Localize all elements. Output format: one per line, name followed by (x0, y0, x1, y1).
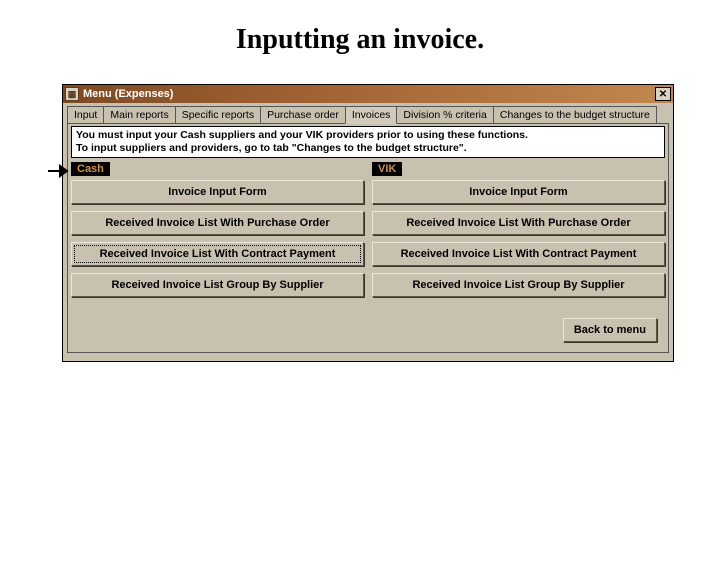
tab-panel-invoices: You must input your Cash suppliers and y… (67, 123, 669, 353)
tab-main-reports[interactable]: Main reports (103, 106, 175, 124)
column-vik: VIK Invoice Input Form Received Invoice … (372, 162, 665, 304)
tab-changes-budget[interactable]: Changes to the budget structure (493, 106, 657, 124)
titlebar: ▦ Menu (Expenses) ✕ (63, 85, 673, 103)
tab-division-criteria[interactable]: Division % criteria (396, 106, 493, 124)
back-to-menu-button[interactable]: Back to menu (563, 318, 657, 342)
vik-received-invoice-purchase-order-button[interactable]: Received Invoice List With Purchase Orde… (372, 211, 665, 235)
cash-received-invoice-purchase-order-button[interactable]: Received Invoice List With Purchase Orde… (71, 211, 364, 235)
window-body: Input Main reports Specific reports Purc… (63, 103, 673, 361)
column-cash: Cash Invoice Input Form Received Invoice… (71, 162, 364, 304)
vik-received-invoice-contract-payment-button[interactable]: Received Invoice List With Contract Paym… (372, 242, 665, 266)
column-header-vik: VIK (372, 162, 402, 176)
tab-input[interactable]: Input (67, 106, 104, 124)
notice-line2: To input suppliers and providers, go to … (76, 142, 660, 155)
page-title: Inputting an invoice. (0, 24, 720, 56)
tab-invoices[interactable]: Invoices (345, 106, 398, 124)
app-window: ▦ Menu (Expenses) ✕ Input Main reports S… (62, 84, 674, 362)
vik-received-invoice-group-supplier-button[interactable]: Received Invoice List Group By Supplier (372, 273, 665, 297)
close-button[interactable]: ✕ (655, 87, 671, 101)
tab-purchase-order[interactable]: Purchase order (260, 106, 346, 124)
footer: Back to menu (71, 304, 665, 346)
column-header-cash: Cash (71, 162, 110, 176)
window-title: Menu (Expenses) (83, 88, 655, 100)
notice-box: You must input your Cash suppliers and y… (71, 126, 665, 158)
cash-received-invoice-group-supplier-button[interactable]: Received Invoice List Group By Supplier (71, 273, 364, 297)
system-menu-icon: ▦ (65, 87, 79, 101)
cash-received-invoice-contract-payment-button[interactable]: Received Invoice List With Contract Paym… (71, 242, 364, 266)
notice-line1: You must input your Cash suppliers and y… (76, 129, 660, 142)
vik-invoice-input-form-button[interactable]: Invoice Input Form (372, 180, 665, 204)
cash-invoice-input-form-button[interactable]: Invoice Input Form (71, 180, 364, 204)
columns: Cash Invoice Input Form Received Invoice… (71, 162, 665, 304)
pointer-arrow-icon (48, 164, 68, 178)
tab-specific-reports[interactable]: Specific reports (175, 106, 261, 124)
tabstrip: Input Main reports Specific reports Purc… (67, 106, 669, 124)
